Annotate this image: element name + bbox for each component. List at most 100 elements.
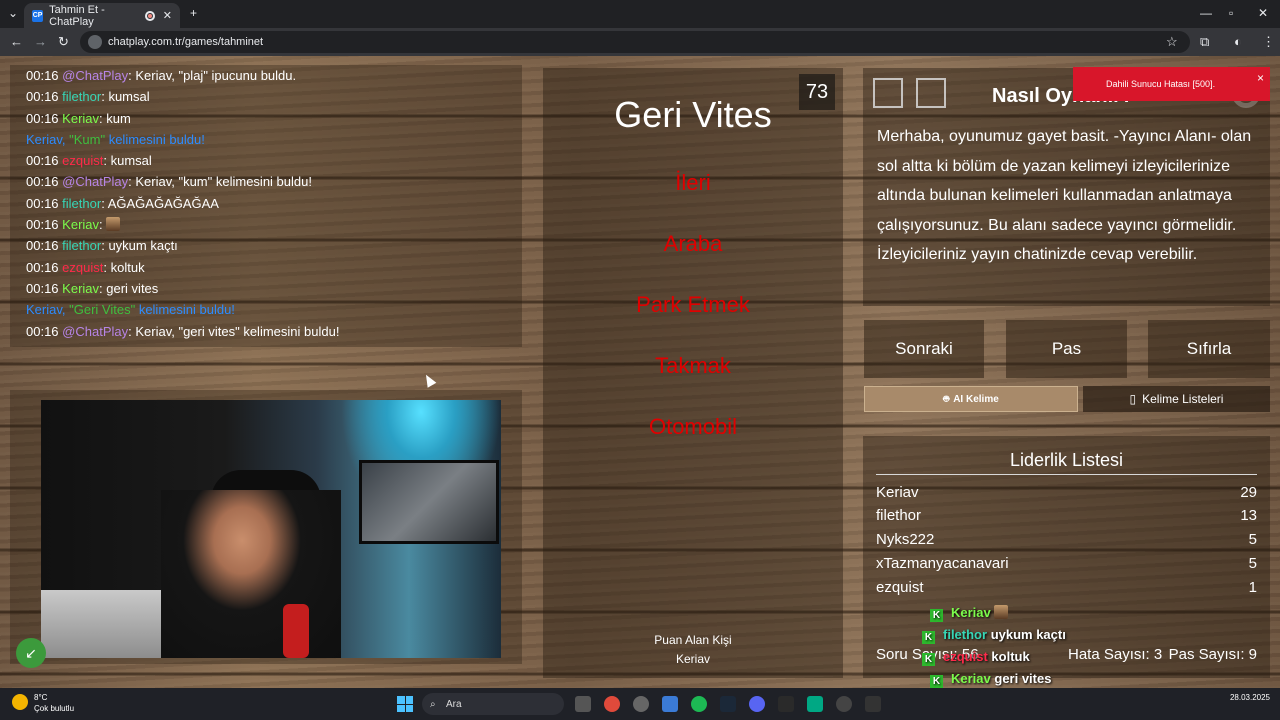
chat-user[interactable]: Keriav <box>62 217 99 232</box>
overlay-user: Keriav <box>951 671 991 686</box>
overlay-chat-line: Kezquist koltuk <box>922 649 1030 666</box>
site-info-icon[interactable] <box>88 35 102 49</box>
ai-word-button[interactable]: 🤖︎ AI Kelime <box>864 386 1078 412</box>
app-icon[interactable] <box>865 696 881 712</box>
chat-user[interactable]: filethor <box>62 238 101 253</box>
chat-user[interactable]: @ChatPlay <box>62 68 128 83</box>
chat-time: 00:16 <box>26 174 59 190</box>
target-word: Geri Vites <box>614 94 772 135</box>
star-icon[interactable]: ☆ <box>1166 34 1178 50</box>
chat-message: uykum kaçtı <box>108 238 178 254</box>
clock[interactable]: 28.03.2025 <box>1230 692 1270 703</box>
url-input[interactable]: chatplay.com.tr/games/tahminet <box>80 31 1190 53</box>
word-lists-button[interactable]: ▯ Kelime Listeleri <box>1083 386 1270 412</box>
tab-close-icon[interactable]: ✕ <box>163 9 172 22</box>
back-icon[interactable]: ← <box>10 34 23 49</box>
forbidden-word: Park Etmek <box>636 292 750 317</box>
app-icon[interactable] <box>807 696 823 712</box>
forward-icon[interactable]: → <box>34 34 47 49</box>
maximize-icon[interactable]: ▫ <box>1229 6 1233 20</box>
window-close-icon[interactable]: ✕ <box>1258 6 1268 20</box>
reload-icon[interactable]: ↻ <box>58 34 69 50</box>
player-score: 5 <box>1248 555 1257 572</box>
favicon-icon: CP <box>32 9 44 22</box>
word-lists-label: Kelime Listeleri <box>1142 392 1224 406</box>
overlay-chat-line: K Keriav geri vites <box>930 671 1051 688</box>
chat-system-text: kelimesini buldu! <box>135 302 235 318</box>
chat-message: kum <box>106 110 131 126</box>
steam-icon[interactable] <box>720 696 736 712</box>
overlay-message: geri vites <box>994 671 1052 686</box>
start-icon[interactable] <box>397 696 413 712</box>
overlay-message: uykum kaçtı <box>990 627 1066 642</box>
emote-icon <box>994 605 1009 619</box>
weather-widget[interactable]: 8°C Çok bulutlu <box>12 692 74 714</box>
notes-icon[interactable] <box>916 78 946 108</box>
chat-line: 00:16 filethor: AĞAĞAĞAĞAĞAA <box>26 195 219 211</box>
tab-search-icon[interactable]: ⌄ <box>8 6 18 20</box>
address-bar-row: ← → ↻ chatplay.com.tr/games/tahminet ☆ ⧉… <box>0 28 1280 56</box>
discord-icon[interactable] <box>749 696 765 712</box>
task-view-icon[interactable] <box>575 696 591 712</box>
leaderboard-title: Liderlik Listesi <box>1009 450 1124 470</box>
chat-user[interactable]: ezquist <box>62 153 103 168</box>
browser-tab[interactable]: CP Tahmin Et - ChatPlay ✕ <box>24 3 180 28</box>
badge-icon: K <box>922 631 935 644</box>
weather-temp: 8°C <box>34 693 48 702</box>
chrome-icon[interactable] <box>604 696 620 712</box>
extensions-icon[interactable]: ⧉ <box>1200 34 1209 50</box>
spotify-icon[interactable] <box>691 696 707 712</box>
next-button[interactable]: Sonraki <box>864 320 984 378</box>
bot-icon: 🤖︎ <box>943 394 950 405</box>
chat-message: kumsal <box>108 89 150 105</box>
chat-user[interactable]: Keriav <box>62 111 99 126</box>
chat-user[interactable]: Keriav <box>62 281 99 296</box>
pass-count: Pas Sayısı: 9 <box>1168 646 1257 663</box>
chat-time: 00:16 <box>26 280 59 296</box>
expand-icon[interactable] <box>873 78 903 108</box>
chat-line: 00:16 Keriav: geri vites <box>26 280 159 296</box>
browser-tab-bar: ⌄ CP Tahmin Et - ChatPlay ✕ + — ▫ ✕ <box>0 0 1280 28</box>
chat-time: 00:16 <box>26 110 59 126</box>
epic-icon[interactable] <box>778 696 794 712</box>
chat-user[interactable]: @ChatPlay <box>62 174 128 189</box>
error-close-icon[interactable]: × <box>1257 71 1264 85</box>
app-icon[interactable] <box>662 696 678 712</box>
chat-line: 00:16 Keriav: kum <box>26 110 131 126</box>
minimize-icon[interactable]: — <box>1200 6 1212 20</box>
menu-icon[interactable]: ⋮ <box>1262 34 1275 50</box>
profile-icon[interactable]: ◐ <box>1234 34 1242 49</box>
new-tab-button[interactable]: + <box>190 6 197 20</box>
chat-user[interactable]: filethor <box>62 89 101 104</box>
pass-button[interactable]: Pas <box>1006 320 1127 378</box>
word-panel: 73 Geri Vites İleri Araba Park Etmek Tak… <box>543 68 843 678</box>
chat-message: geri vites <box>106 280 159 296</box>
chat-time: 00:16 <box>26 195 59 211</box>
reset-button[interactable]: Sıfırla <box>1148 320 1270 378</box>
taskbar-search[interactable]: ⌕ Ara <box>422 693 564 715</box>
player-score: 1 <box>1248 579 1257 596</box>
chat-time: 00:16 <box>26 323 59 339</box>
chat-line: Keriav, "Kum" kelimesini buldu! <box>26 131 205 147</box>
chat-time: 00:16 <box>26 217 59 233</box>
chat-time: 00:16 <box>26 89 59 105</box>
chat-line: 00:16 @ChatPlay: Keriav, "geri vites" ke… <box>26 323 340 339</box>
emote-icon <box>106 217 121 232</box>
overlay-user: filethor <box>943 627 988 642</box>
app-icon[interactable] <box>836 696 852 712</box>
url-text: chatplay.com.tr/games/tahminet <box>108 36 264 48</box>
weather-icon <box>12 694 28 710</box>
player-name: Nyks222 <box>876 531 935 548</box>
divider <box>876 474 1257 475</box>
app-icon[interactable] <box>633 696 649 712</box>
player-score: 5 <box>1248 531 1257 548</box>
chat-user[interactable]: @ChatPlay <box>62 324 128 339</box>
recording-icon <box>145 10 155 21</box>
chat-user[interactable]: filethor <box>62 196 101 211</box>
chat-line: 00:16 filethor: kumsal <box>26 89 150 105</box>
chat-user[interactable]: ezquist <box>62 260 103 275</box>
badge-icon: K <box>930 675 943 688</box>
chat-line: 00:16 Keriav: <box>26 214 506 235</box>
scroll-down-button[interactable]: ↙ <box>16 638 46 668</box>
chat-time: 00:16 <box>26 68 59 83</box>
